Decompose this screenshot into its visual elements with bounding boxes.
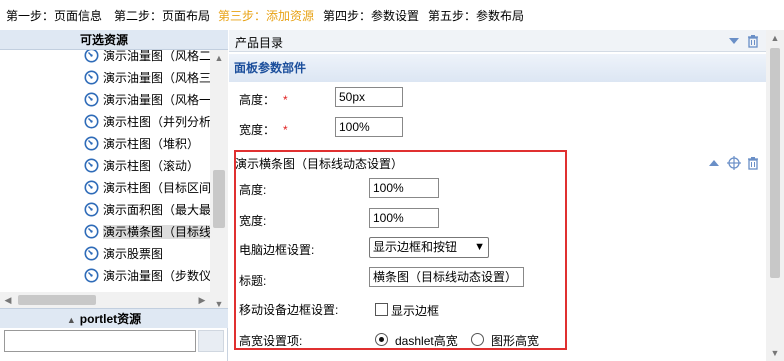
available-resources-header: 可选资源 — [0, 30, 228, 50]
tree-item-label: 演示柱图（堆积） — [103, 137, 200, 151]
gauge-icon — [84, 50, 99, 63]
page-vertical-scrollbar[interactable]: ▲ ▼ — [766, 30, 784, 361]
tree-item[interactable]: 演示油量图（风格二） — [84, 50, 210, 66]
tree-item[interactable]: 演示股票图 — [84, 244, 210, 264]
gauge-icon — [84, 70, 99, 85]
catalog-title: 产品目录 — [235, 36, 284, 50]
width-label: 宽度： * — [239, 123, 288, 137]
gauge-icon — [84, 268, 99, 283]
gauge-icon — [84, 180, 99, 195]
tree-item-label: 演示面积图（最大最小） — [103, 203, 210, 217]
tree-item[interactable]: 演示油量图（风格三） — [84, 68, 210, 88]
tree-item-label: 演示柱图（滚动） — [103, 159, 200, 173]
trash-icon[interactable] — [746, 34, 760, 48]
tree-item[interactable]: 演示横条图（目标线动态设置） — [84, 222, 210, 242]
gauge-icon — [84, 158, 99, 173]
left-panel: 可选资源 演示油量图（风格二） 演示油量图（风格三） 演示油量图（风格一） 演示柱图（… — [0, 30, 228, 361]
portlet-search-button[interactable] — [198, 330, 224, 352]
tree-item-label: 演示油量图（风格二） — [103, 50, 210, 63]
required-mark: * — [283, 123, 288, 137]
tree-item-label: 演示油量图（风格三） — [103, 71, 210, 85]
tree-horizontal-scrollbar[interactable]: ◀ ▶ — [0, 292, 210, 308]
tree-item-label: 演示横条图（目标线动态设置） — [103, 225, 210, 239]
gauge-icon — [84, 114, 99, 129]
scroll-up-arrow-icon[interactable]: ▲ — [210, 50, 228, 66]
collapse-up-icon[interactable] — [707, 156, 721, 170]
highlight-frame — [234, 150, 567, 350]
tree-item-label: 演示油量图（风格一） — [103, 93, 210, 107]
portlet-resources-header[interactable]: ▲ portlet资源 — [0, 308, 228, 328]
collapse-triangle-icon: ▲ — [66, 315, 76, 325]
tree-item-label: 演示柱图（并列分析） — [103, 115, 210, 129]
scroll-up-arrow-icon[interactable]: ▲ — [766, 30, 784, 46]
scroll-thumb[interactable] — [18, 295, 96, 305]
trash-icon[interactable] — [746, 156, 760, 170]
tree-item[interactable]: 演示面积图（最大最小） — [84, 200, 210, 220]
gauge-icon — [84, 202, 99, 217]
gauge-icon — [84, 92, 99, 107]
scroll-left-arrow-icon[interactable]: ◀ — [0, 292, 16, 308]
tree-item-label: 演示柱图（目标区间） — [103, 181, 210, 195]
tree-item[interactable]: 演示油量图（步数仪表） — [84, 266, 210, 286]
portlet-resources-title: portlet资源 — [79, 312, 142, 326]
step-3[interactable]: 第三步：添加资源 — [218, 7, 314, 24]
product-catalog-bar: 产品目录 — [229, 30, 766, 52]
step-2[interactable]: 第二步：页面布局 — [114, 7, 210, 24]
tree-item[interactable]: 演示柱图（并列分析） — [84, 112, 210, 132]
scroll-right-arrow-icon[interactable]: ▶ — [194, 292, 210, 308]
gauge-icon — [84, 224, 99, 239]
tree-item[interactable]: 演示柱图（堆积） — [84, 134, 210, 154]
panel-height-input[interactable]: 50px — [335, 87, 403, 107]
scroll-thumb[interactable] — [213, 170, 225, 228]
panel-params-title: 面板参数部件 — [229, 54, 766, 82]
tree-item-label: 演示股票图 — [103, 247, 164, 261]
resource-tree: 演示油量图（风格二） 演示油量图（风格三） 演示油量图（风格一） 演示柱图（并列分析）… — [0, 50, 210, 312]
gauge-icon — [84, 246, 99, 261]
scroll-down-arrow-icon[interactable]: ▼ — [766, 345, 784, 361]
step-5[interactable]: 第五步：参数布局 — [428, 7, 524, 24]
tree-vertical-scrollbar[interactable]: ▲ ▼ — [210, 50, 228, 312]
scroll-thumb[interactable] — [770, 48, 780, 278]
height-label: 高度： * — [239, 93, 288, 107]
main-area: 产品目录 面板参数部件 高度： * 50px 宽度： * 100% 演示横条图（目标… — [229, 30, 766, 361]
step-bar: 第一步：页面信息 第二步：页面布局 第三步：添加资源 第四步：参数设置 第五步：… — [0, 0, 784, 30]
panel-width-input[interactable]: 100% — [335, 117, 403, 137]
gauge-icon — [84, 136, 99, 151]
step-4[interactable]: 第四步：参数设置 — [323, 7, 419, 24]
collapse-down-icon[interactable] — [727, 34, 741, 48]
tree-item[interactable]: 演示油量图（风格一） — [84, 90, 210, 110]
tree-item[interactable]: 演示柱图（目标区间） — [84, 178, 210, 198]
move-crosshair-icon[interactable] — [726, 155, 741, 170]
step-1[interactable]: 第一步：页面信息 — [6, 7, 102, 24]
portlet-search-input[interactable] — [4, 330, 196, 352]
required-mark: * — [283, 93, 288, 107]
tree-item-label: 演示油量图（步数仪表） — [103, 269, 210, 283]
tree-item[interactable]: 演示柱图（滚动） — [84, 156, 210, 176]
